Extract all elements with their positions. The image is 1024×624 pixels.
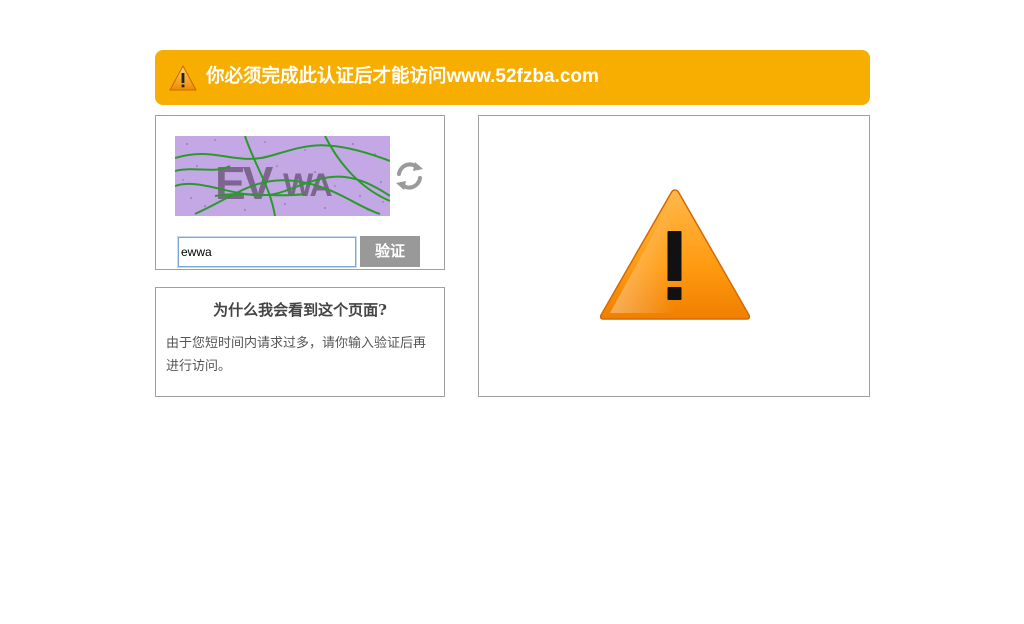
auth-required-banner: 你必须完成此认证后才能访问www.52fzba.com [155, 50, 870, 105]
banner-domain: www.52fzba.com [446, 66, 599, 87]
verify-button[interactable]: 验证 [360, 236, 420, 267]
captcha-input[interactable] [178, 237, 356, 267]
captcha-panel: EV WA 验证 [155, 115, 445, 270]
why-panel: 为什么我会看到这个页面? 由于您短时间内请求过多，请你输入验证后再进行访问。 [155, 287, 445, 397]
why-body: 由于您短时间内请求过多，请你输入验证后再进行访问。 [166, 336, 427, 374]
banner-message: 你必须完成此认证后才能访问www.52fzba.com [206, 64, 599, 90]
warning-icon [169, 65, 197, 91]
banner-message-text: 你必须完成此认证后才能访问 [206, 66, 447, 87]
warning-panel [478, 115, 870, 397]
svg-text:WA: WA [283, 167, 332, 203]
warning-icon [599, 189, 751, 320]
captcha-image: EV WA [175, 136, 390, 216]
why-title: 为什么我会看到这个页面? [213, 301, 387, 319]
refresh-icon[interactable] [393, 159, 426, 193]
